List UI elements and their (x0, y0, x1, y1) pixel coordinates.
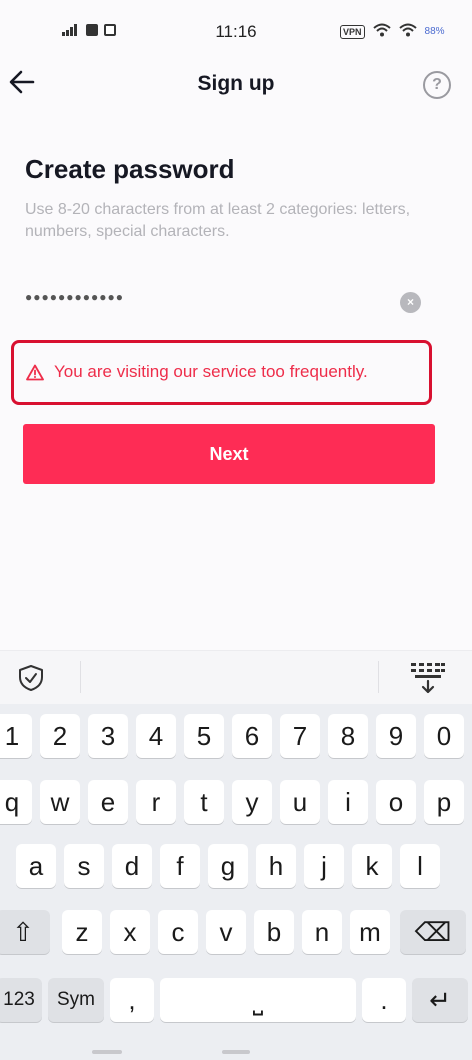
key-y[interactable]: y (232, 780, 272, 824)
status-icons-right: VPN 88% (340, 23, 445, 40)
clear-input-button[interactable]: × (400, 292, 421, 313)
key-t[interactable]: t (184, 780, 224, 824)
key-k[interactable]: k (352, 844, 392, 888)
nav-indicator (92, 1050, 122, 1054)
key-l[interactable]: l (400, 844, 440, 888)
toolbar-divider (80, 661, 81, 693)
key-e[interactable]: e (88, 780, 128, 824)
key-7[interactable]: 7 (280, 714, 320, 758)
warning-icon (26, 364, 44, 381)
key-c[interactable]: c (158, 910, 198, 954)
backspace-key[interactable]: ⌫ (400, 910, 466, 954)
key-m[interactable]: m (350, 910, 390, 954)
key-z[interactable]: z (62, 910, 102, 954)
key-f[interactable]: f (160, 844, 200, 888)
key-r[interactable]: r (136, 780, 176, 824)
wifi-icon (372, 23, 391, 40)
error-message: You are visiting our service too frequen… (54, 362, 368, 381)
key-p[interactable]: p (424, 780, 464, 824)
key-3[interactable]: 3 (88, 714, 128, 758)
password-hint: Use 8-20 characters from at least 2 cate… (25, 201, 411, 240)
key-o[interactable]: o (376, 780, 416, 824)
shift-key[interactable]: ⇧ (0, 910, 50, 954)
key-h[interactable]: h (256, 844, 296, 888)
next-button[interactable]: Next (23, 424, 435, 484)
numbers-mode-key[interactable]: 123 (0, 978, 42, 1022)
key-g[interactable]: g (208, 844, 248, 888)
key-q[interactable]: q (0, 780, 32, 824)
battery-level: 88% (424, 26, 445, 37)
key-5[interactable]: 5 (184, 714, 224, 758)
key-2[interactable]: 2 (40, 714, 80, 758)
shield-check-icon[interactable] (16, 663, 46, 693)
comma-key[interactable]: , (110, 978, 154, 1022)
symbols-mode-key[interactable]: Sym (48, 978, 104, 1022)
keyboard-toolbar (0, 650, 472, 704)
enter-key[interactable]: ↵ (412, 978, 468, 1022)
key-6[interactable]: 6 (232, 714, 272, 758)
key-n[interactable]: n (302, 910, 342, 954)
key-j[interactable]: j (304, 844, 344, 888)
create-password-heading: Create password (25, 154, 235, 184)
vpn-badge: VPN (340, 24, 365, 39)
password-input[interactable]: ●●●●●●●●●●●● (25, 290, 124, 304)
key-0[interactable]: 0 (424, 714, 464, 758)
key-b[interactable]: b (254, 910, 294, 954)
nav-indicator (222, 1050, 250, 1054)
nav-bar: Sign up ? (0, 62, 472, 110)
key-d[interactable]: d (112, 844, 152, 888)
error-message-box: You are visiting our service too frequen… (11, 340, 432, 405)
key-u[interactable]: u (280, 780, 320, 824)
wifi-secondary-icon (398, 23, 417, 40)
key-a[interactable]: a (16, 844, 56, 888)
key-9[interactable]: 9 (376, 714, 416, 758)
key-i[interactable]: i (328, 780, 368, 824)
key-w[interactable]: w (40, 780, 80, 824)
keyboard-collapse-icon[interactable] (410, 661, 446, 695)
key-1[interactable]: 1 (0, 714, 32, 758)
period-key[interactable]: . (362, 978, 406, 1022)
key-s[interactable]: s (64, 844, 104, 888)
page-title: Sign up (197, 72, 275, 95)
soft-keyboard: 1 2 3 4 5 6 7 8 9 0 q w e r t y u i o p a s d f g h j k l ⇧ z x c v b n m ⌫ 12… (0, 704, 472, 1060)
key-4[interactable]: 4 (136, 714, 176, 758)
key-8[interactable]: 8 (328, 714, 368, 758)
help-button[interactable]: ? (423, 71, 451, 99)
key-v[interactable]: v (206, 910, 246, 954)
toolbar-divider (378, 661, 379, 693)
space-key[interactable]: ⎵ (160, 978, 356, 1022)
status-bar: 11:16 VPN 88% (0, 0, 472, 62)
key-x[interactable]: x (110, 910, 150, 954)
